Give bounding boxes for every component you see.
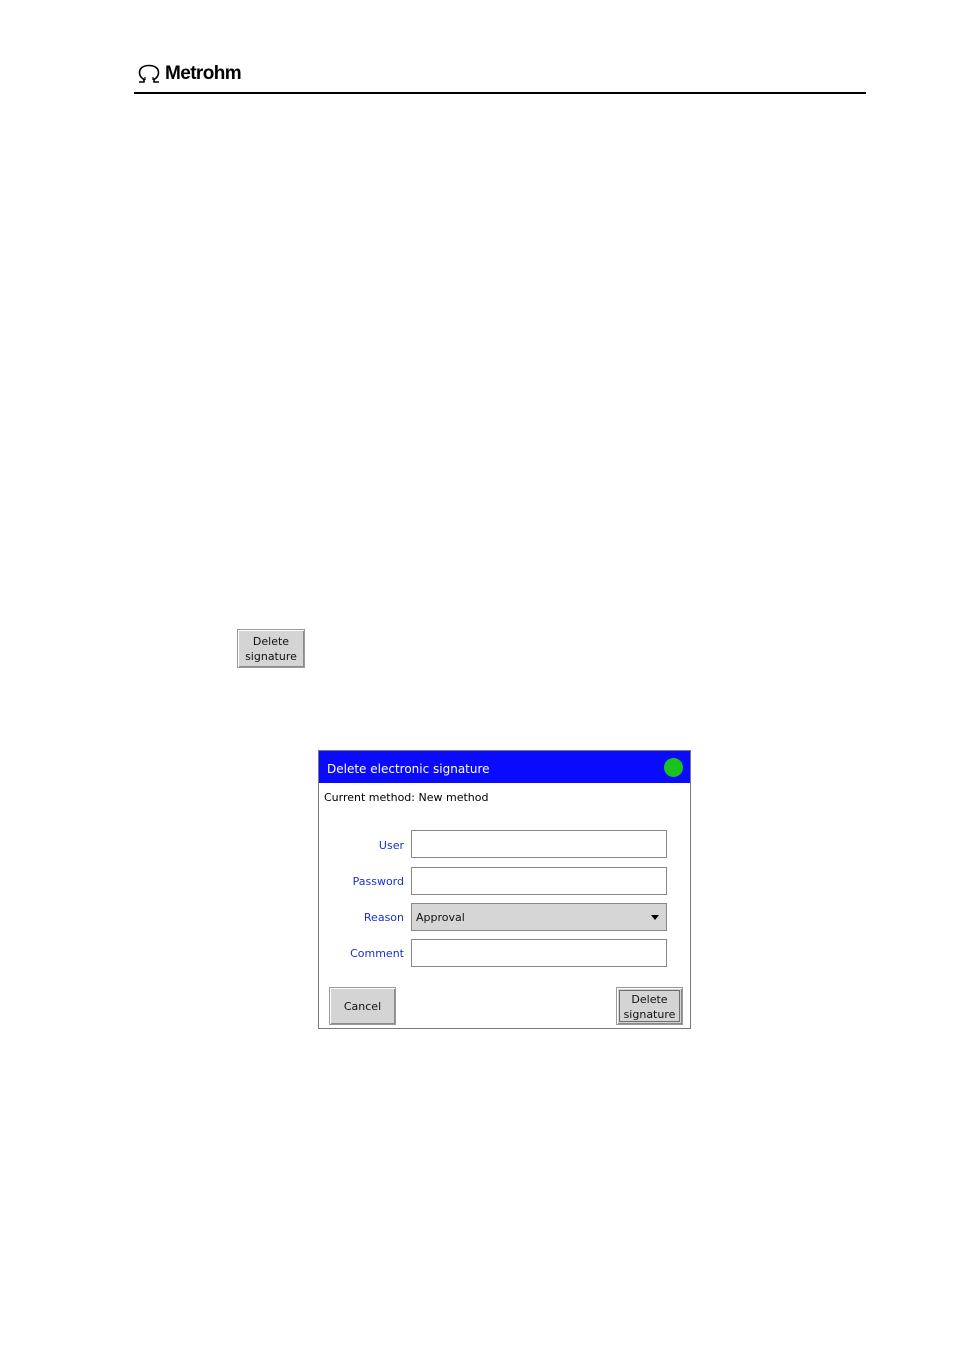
focus-frame: Delete signature (619, 990, 680, 1022)
button-label-line1: Delete (252, 635, 290, 648)
brand-name: Metrohm (165, 63, 242, 84)
user-label: User (378, 839, 404, 852)
cancel-button[interactable]: Cancel (329, 987, 396, 1025)
delete-signature-button-image: Delete signature (237, 629, 305, 668)
omega-logo-icon (138, 64, 160, 83)
dialog-title: Delete electronic signature (327, 762, 490, 776)
delete-label-line2: signature (623, 1008, 676, 1021)
password-input[interactable] (411, 867, 667, 895)
delete-signature-button[interactable]: Delete signature (616, 987, 683, 1025)
comment-label: Comment (350, 947, 404, 960)
reason-select[interactable]: Approval (411, 903, 667, 931)
password-label: Password (352, 875, 404, 888)
page-header: Metrohm (134, 62, 866, 94)
dialog-titlebar: Delete electronic signature (319, 751, 690, 783)
delete-label-line1: Delete (631, 993, 668, 1006)
user-input[interactable] (411, 830, 667, 858)
metrohm-logo: Metrohm (136, 63, 242, 84)
status-indicator-icon (664, 758, 683, 777)
button-label-line2: signature (245, 650, 297, 663)
reason-selected-value: Approval (416, 910, 465, 924)
comment-input[interactable] (411, 939, 667, 967)
reason-label: Reason (363, 911, 404, 924)
delete-signature-dialog: Delete electronic signature Current meth… (318, 750, 691, 1029)
dropdown-arrow-icon (651, 914, 659, 920)
current-method-text: Current method: New method (324, 791, 489, 804)
